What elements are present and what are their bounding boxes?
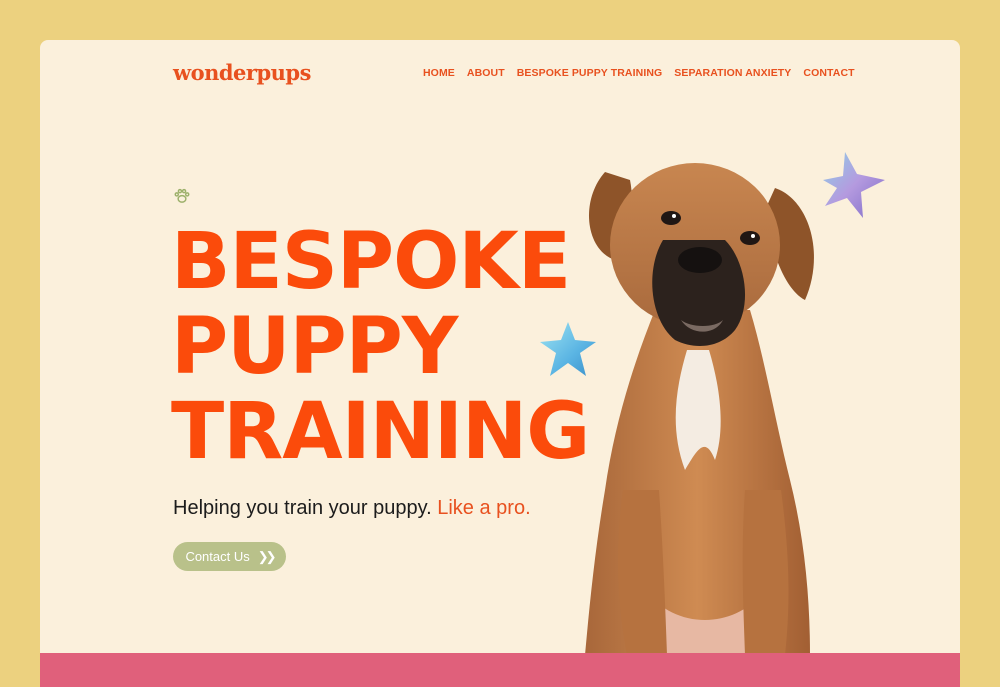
- main-nav: HOME ABOUT BESPOKE PUPPY TRAINING SEPARA…: [423, 67, 855, 79]
- contact-us-button[interactable]: Contact Us ❯❯: [173, 542, 286, 571]
- headline-line-3: TRAINING: [171, 387, 590, 477]
- headline-line-2: PUPPY: [171, 302, 458, 392]
- nav-item-separation-anxiety[interactable]: SEPARATION ANXIETY: [674, 67, 791, 79]
- nav-item-contact[interactable]: CONTACT: [803, 67, 854, 79]
- tagline-accent: Like a pro.: [437, 497, 531, 519]
- headline-line-1: BESPOKE: [171, 217, 571, 307]
- site-logo[interactable]: wonderpups: [173, 60, 311, 85]
- nav-item-about[interactable]: ABOUT: [467, 67, 505, 79]
- tagline-main: Helping you train your puppy.: [173, 497, 432, 519]
- footer-band: [40, 653, 960, 687]
- nav-item-home[interactable]: HOME: [423, 67, 455, 79]
- double-chevron-right-icon: ❯❯: [257, 548, 277, 564]
- paw-icon: [174, 188, 190, 203]
- contact-us-label: Contact Us: [185, 549, 250, 564]
- boxer-puppy-image: [585, 163, 814, 655]
- hero-headline: BESPOKE PUPPY TRAINING: [171, 217, 590, 477]
- page-card: wonderpups HOME ABOUT BESPOKE PUPPY TRAI…: [40, 40, 960, 687]
- hero-tagline: Helping you train your puppy. Like a pro…: [173, 497, 531, 520]
- nav-item-bespoke-puppy-training[interactable]: BESPOKE PUPPY TRAINING: [517, 67, 663, 79]
